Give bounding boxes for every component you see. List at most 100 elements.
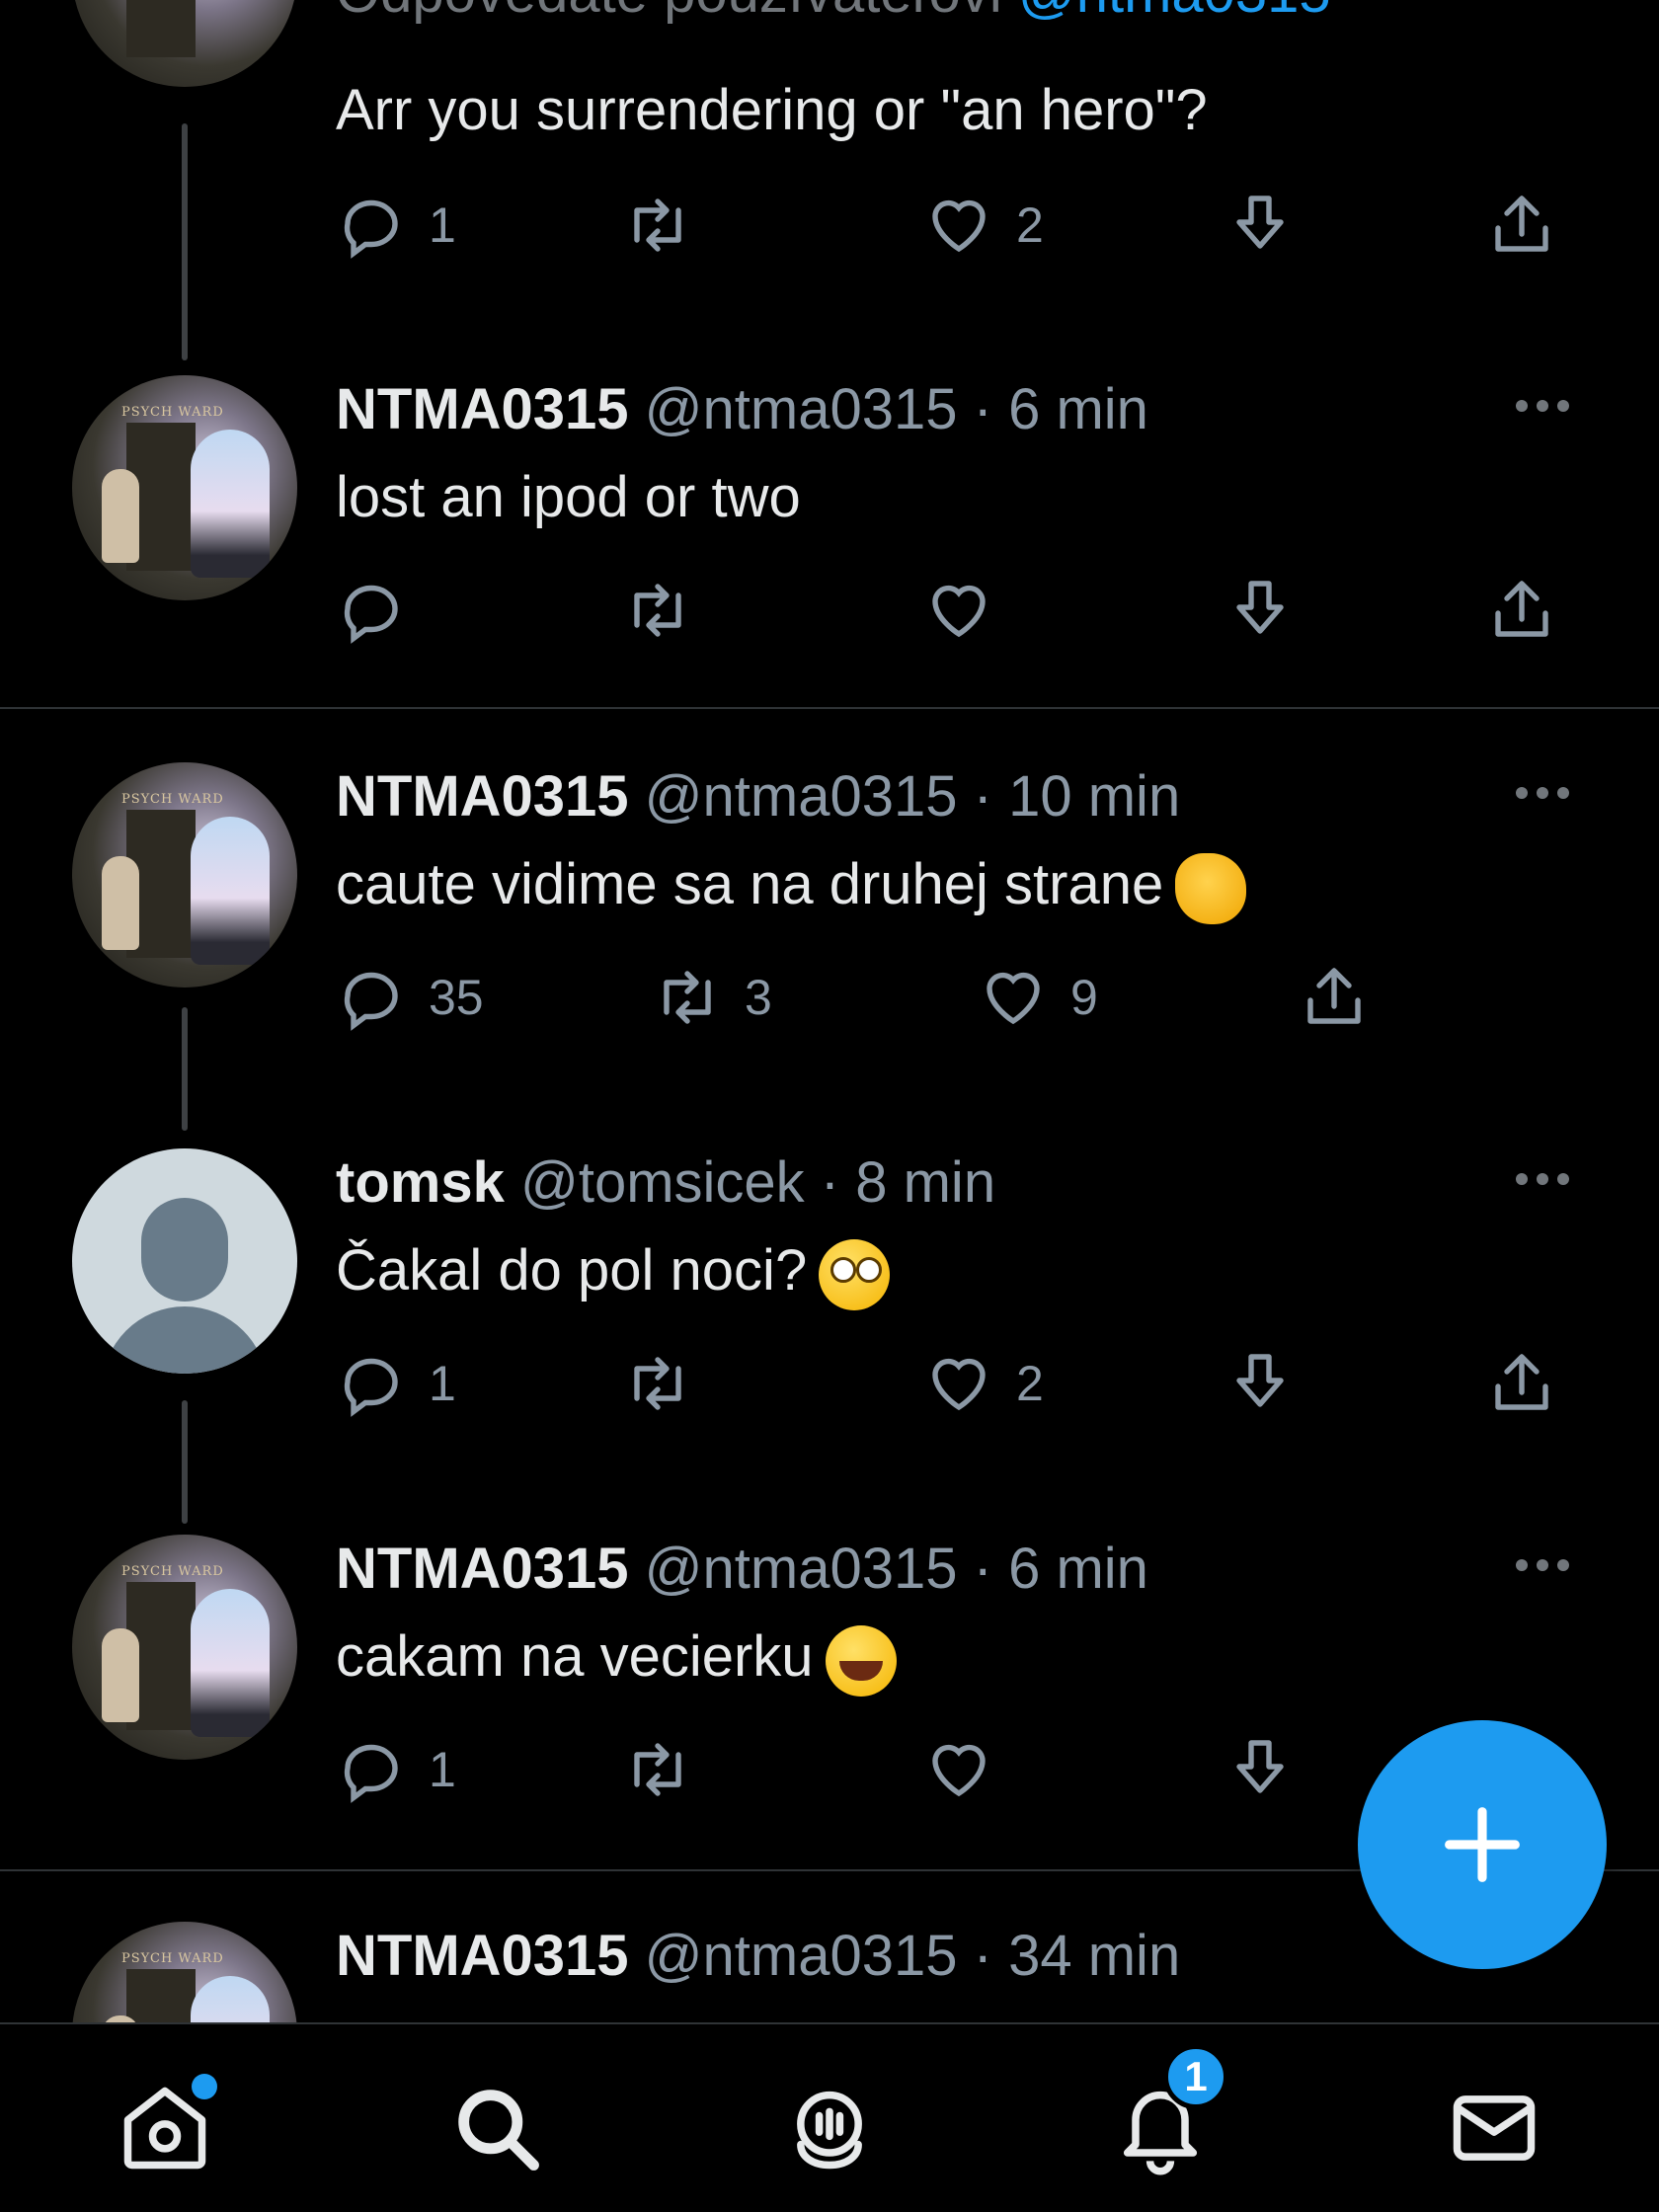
like-button[interactable]: 2 [923,186,1044,265]
avatar[interactable] [72,0,297,87]
avatar-sign-text: PSYCH WARD [121,1564,224,1579]
user-handle[interactable]: @ntma0315 [645,1924,958,1988]
spaces-icon [797,2091,862,2170]
thread-line [182,1400,188,1524]
reply-icon [344,972,398,1031]
reply-count: 1 [429,198,456,253]
avatar-sign-text: PSYCH WARD [121,405,224,420]
default-avatar[interactable] [72,1148,297,1374]
like-count: 9 [1070,970,1098,1025]
retweet-icon [634,1743,681,1796]
reply-icon [344,1744,398,1803]
timestamp[interactable]: 34 min [1008,1924,1180,1988]
retweet-button[interactable] [622,186,693,265]
tab-home[interactable] [111,2074,219,2182]
downvote-button[interactable] [1224,1344,1296,1423]
display-name[interactable]: NTMA0315 [336,1537,629,1601]
downvote-button[interactable] [1224,186,1296,265]
retweet-icon [664,971,711,1024]
tweet-header: NTMA0315 @ntma0315 · 34 min [336,1924,1181,1988]
timestamp[interactable]: 6 min [1008,1537,1148,1601]
mail-icon [1453,2095,1536,2161]
like-count: 2 [1016,1356,1044,1411]
display-name[interactable]: NTMA0315 [336,764,629,829]
like-button[interactable]: 9 [978,958,1098,1037]
tab-notifications[interactable]: 1 [1106,2044,1228,2182]
retweet-button[interactable] [622,1730,693,1809]
tweet-header: NTMA0315 @ntma0315 · 6 min [336,1537,1148,1601]
like-button[interactable] [923,1730,994,1809]
user-handle[interactable]: @ntma0315 [645,377,958,441]
display-name[interactable]: NTMA0315 [336,1924,629,1988]
timestamp[interactable]: 10 min [1008,764,1180,829]
user-handle[interactable]: @tomsicek [520,1150,805,1215]
tweet-actions: 1 2 [336,1344,1620,1423]
heart-icon [932,585,986,638]
retweet-icon [634,198,681,252]
share-icon [1495,196,1548,252]
tweet-text: lost an ipod or two [336,465,801,529]
reply-icon [344,199,398,259]
like-count: 2 [1016,198,1044,253]
share-button[interactable] [1299,958,1370,1037]
face-with-tears-of-joy-emoji [825,1624,897,1697]
share-button[interactable] [1486,1344,1557,1423]
tab-spaces[interactable] [775,2074,884,2182]
arrow-down-icon [1236,1740,1284,1793]
heart-icon [932,1744,986,1797]
downvote-button[interactable] [1224,571,1296,650]
reply-icon [344,585,398,644]
share-icon [1495,581,1548,637]
reply-count: 1 [429,1742,456,1797]
more-options-icon[interactable] [1516,1172,1585,1192]
tab-messages[interactable] [1440,2074,1548,2182]
user-handle[interactable]: @ntma0315 [645,1537,958,1601]
notification-count-badge: 1 [1163,2044,1228,2109]
like-button[interactable]: 2 [923,1344,1044,1423]
tweet-text: Čakal do pol noci? [336,1235,891,1310]
tweet-header: tomsk @tomsicek · 8 min [336,1150,996,1215]
thread-line [182,1007,188,1131]
reply-count: 35 [429,970,484,1025]
share-icon [1307,968,1361,1024]
reply-button[interactable] [336,571,407,650]
user-handle[interactable]: @ntma0315 [645,764,958,829]
tweet-actions: 35 3 9 [336,958,1620,1037]
avatar[interactable]: PSYCH WARD [72,375,297,600]
reply-button[interactable]: 1 [336,1344,456,1423]
retweet-icon [634,1357,681,1410]
search-icon [458,2090,539,2171]
reply-button[interactable]: 1 [336,186,456,265]
compose-tweet-button[interactable] [1358,1720,1607,1969]
tab-search[interactable] [442,2074,551,2182]
downvote-button[interactable] [1224,1730,1296,1809]
reply-button[interactable]: 35 [336,958,484,1037]
tweet-actions [336,571,1620,650]
retweet-button[interactable] [622,1344,693,1423]
heart-icon [932,1358,986,1411]
tweet-actions: 1 2 [336,186,1620,265]
display-name[interactable]: tomsk [336,1150,505,1215]
arrow-down-icon [1236,196,1284,249]
more-options-icon[interactable] [1516,1558,1585,1578]
retweet-button[interactable] [622,571,693,650]
retweet-count: 3 [745,970,772,1025]
more-options-icon[interactable] [1516,786,1585,806]
avatar[interactable]: PSYCH WARD [72,762,297,988]
avatar[interactable]: PSYCH WARD [72,1535,297,1760]
display-name[interactable]: NTMA0315 [336,377,629,441]
share-button[interactable] [1486,571,1557,650]
retweet-button[interactable]: 3 [652,958,772,1037]
like-button[interactable] [923,571,994,650]
more-options-icon[interactable] [1516,399,1585,419]
divider [0,707,1659,709]
timestamp[interactable]: 6 min [1008,377,1148,441]
reply-button[interactable]: 1 [336,1730,456,1809]
avatar-sign-text: PSYCH WARD [121,792,224,807]
tweet-text: cakam na vecierku [336,1621,897,1697]
tweet-text: Arr you surrendering or "an hero"? [336,78,1208,142]
timestamp[interactable]: 8 min [855,1150,995,1215]
mention-link[interactable]: @ntma0315 [1018,0,1331,25]
heart-icon [932,199,986,253]
share-button[interactable] [1486,186,1557,265]
